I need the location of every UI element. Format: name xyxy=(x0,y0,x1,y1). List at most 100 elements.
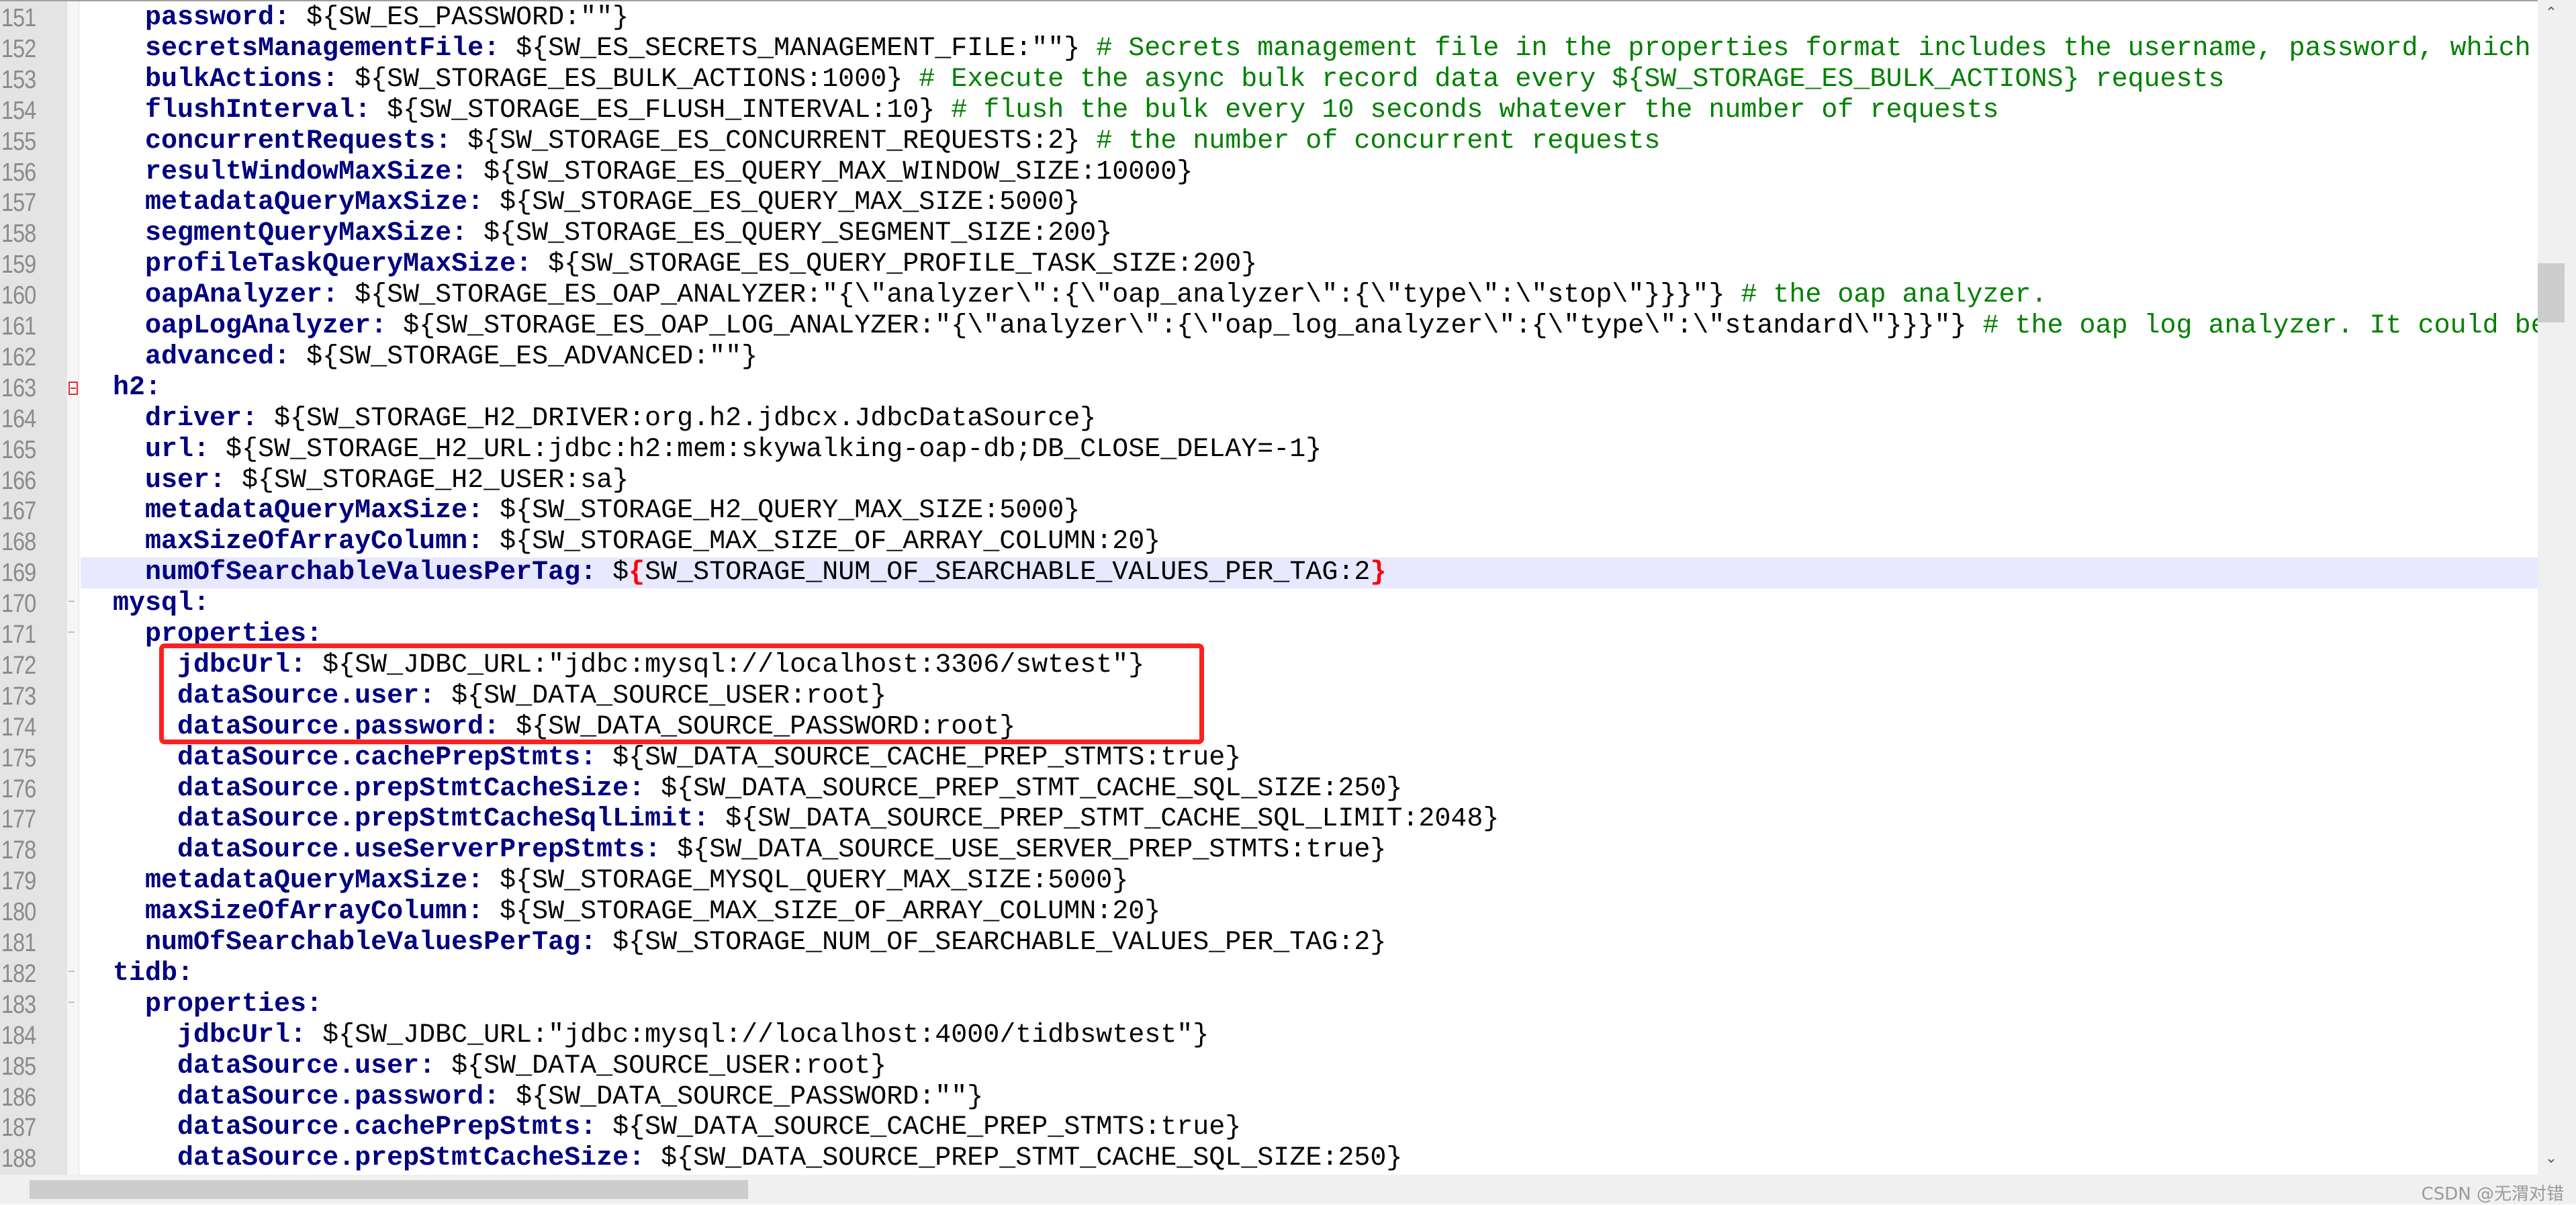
horizontal-scroll-thumb[interactable] xyxy=(30,1180,748,1199)
code-text[interactable]: flushInterval: ${SW_STORAGE_ES_FLUSH_INT… xyxy=(81,95,2538,126)
code-text[interactable]: dataSource.prepStmtCacheSize: ${SW_DATA_… xyxy=(81,774,2538,805)
code-text[interactable]: resultWindowMaxSize: ${SW_STORAGE_ES_QUE… xyxy=(81,157,2538,188)
code-text[interactable]: dataSource.prepStmtCacheSize: ${SW_DATA_… xyxy=(81,1143,2538,1174)
code-line[interactable]: 184 jdbcUrl: ${SW_JDBC_URL:"jdbc:mysql:/… xyxy=(0,1020,2538,1051)
code-text[interactable]: dataSource.useServerPrepStmts: ${SW_DATA… xyxy=(81,835,2538,866)
code-text[interactable]: advanced: ${SW_STORAGE_ES_ADVANCED:""} xyxy=(81,342,2538,373)
code-line[interactable]: 168 maxSizeOfArrayColumn: ${SW_STORAGE_M… xyxy=(0,527,2538,557)
code-line[interactable]: 153 bulkActions: ${SW_STORAGE_ES_BULK_AC… xyxy=(0,64,2538,95)
code-line[interactable]: 155 concurrentRequests: ${SW_STORAGE_ES_… xyxy=(0,126,2538,157)
code-line[interactable]: 151 password: ${SW_ES_PASSWORD:""} xyxy=(0,3,2538,34)
code-line[interactable]: 177 dataSource.prepStmtCacheSqlLimit: ${… xyxy=(0,804,2538,835)
code-text[interactable]: dataSource.cachePrepStmts: ${SW_DATA_SOU… xyxy=(81,743,2538,774)
code-line[interactable]: 175 dataSource.cachePrepStmts: ${SW_DATA… xyxy=(0,743,2538,774)
code-line[interactable]: 156 resultWindowMaxSize: ${SW_STORAGE_ES… xyxy=(0,157,2538,188)
code-text[interactable]: dataSource.user: ${SW_DATA_SOURCE_USER:r… xyxy=(81,1051,2538,1082)
code-text[interactable]: dataSource.password: ${SW_DATA_SOURCE_PA… xyxy=(81,712,2538,743)
code-line[interactable]: 157 metadataQueryMaxSize: ${SW_STORAGE_E… xyxy=(0,187,2538,218)
code-text[interactable]: dataSource.password: ${SW_DATA_SOURCE_PA… xyxy=(81,1082,2538,1113)
yaml-key: jdbcUrl: xyxy=(177,650,307,680)
code-text[interactable]: concurrentRequests: ${SW_STORAGE_ES_CONC… xyxy=(81,126,2538,157)
code-text[interactable]: url: ${SW_STORAGE_H2_URL:jdbc:h2:mem:sky… xyxy=(81,435,2538,465)
code-line[interactable]: 180 maxSizeOfArrayColumn: ${SW_STORAGE_M… xyxy=(0,897,2538,928)
code-text[interactable]: metadataQueryMaxSize: ${SW_STORAGE_MYSQL… xyxy=(81,866,2538,897)
fold-collapse-icon[interactable] xyxy=(68,381,78,395)
code-line[interactable]: 167 metadataQueryMaxSize: ${SW_STORAGE_H… xyxy=(0,496,2538,527)
yaml-key: dataSource.password: xyxy=(177,711,500,742)
code-text[interactable]: mysql: xyxy=(81,588,2538,619)
code-text[interactable]: metadataQueryMaxSize: ${SW_STORAGE_H2_QU… xyxy=(81,496,2538,527)
code-line[interactable]: 185 dataSource.user: ${SW_DATA_SOURCE_US… xyxy=(0,1051,2538,1082)
line-number: 165 xyxy=(1,435,36,464)
fold-marker-icon[interactable]: ─ xyxy=(68,997,77,1011)
line-number: 188 xyxy=(1,1145,36,1173)
code-line[interactable]: 176 dataSource.prepStmtCacheSize: ${SW_D… xyxy=(0,774,2538,805)
code-line[interactable]: 159 profileTaskQueryMaxSize: ${SW_STORAG… xyxy=(0,249,2538,280)
code-line[interactable]: 172 jdbcUrl: ${SW_JDBC_URL:"jdbc:mysql:/… xyxy=(0,650,2538,681)
code-text[interactable]: jdbcUrl: ${SW_JDBC_URL:"jdbc:mysql://loc… xyxy=(81,1020,2538,1051)
code-text[interactable]: driver: ${SW_STORAGE_H2_DRIVER:org.h2.jd… xyxy=(81,404,2538,435)
code-text[interactable]: bulkActions: ${SW_STORAGE_ES_BULK_ACTION… xyxy=(81,64,2538,95)
code-line[interactable]: 179 metadataQueryMaxSize: ${SW_STORAGE_M… xyxy=(0,866,2538,897)
code-text[interactable]: metadataQueryMaxSize: ${SW_STORAGE_ES_QU… xyxy=(81,187,2538,218)
code-line[interactable]: 182 ─ tidb: xyxy=(0,958,2538,989)
code-text[interactable]: h2: xyxy=(81,373,2538,404)
code-line[interactable]: 161 oapLogAnalyzer: ${SW_STORAGE_ES_OAP_… xyxy=(0,311,2538,342)
code-line[interactable]: 154 flushInterval: ${SW_STORAGE_ES_FLUSH… xyxy=(0,95,2538,126)
code-text[interactable]: properties: xyxy=(81,619,2538,650)
fold-marker-icon[interactable]: ─ xyxy=(68,627,77,641)
code-line[interactable]: 173 dataSource.user: ${SW_DATA_SOURCE_US… xyxy=(0,681,2538,712)
vertical-scroll-thumb[interactable] xyxy=(2538,263,2565,322)
line-number: 179 xyxy=(1,867,36,896)
code-text[interactable]: numOfSearchableValuesPerTag: ${SW_STORAG… xyxy=(81,557,2538,589)
code-text[interactable]: dataSource.prepStmtCacheSqlLimit: ${SW_D… xyxy=(81,804,2538,835)
code-text[interactable]: tidb: xyxy=(81,958,2538,989)
code-text[interactable]: numOfSearchableValuesPerTag: ${SW_STORAG… xyxy=(81,928,2538,958)
code-text[interactable]: jdbcUrl: ${SW_JDBC_URL:"jdbc:mysql://loc… xyxy=(81,650,2538,681)
code-text[interactable]: oapLogAnalyzer: ${SW_STORAGE_ES_OAP_LOG_… xyxy=(81,311,2538,342)
yaml-value: ${SW_JDBC_URL:"jdbc:mysql://localhost:33… xyxy=(306,650,1145,680)
code-text[interactable]: password: ${SW_ES_PASSWORD:""} xyxy=(81,3,2538,34)
code-text[interactable]: segmentQueryMaxSize: ${SW_STORAGE_ES_QUE… xyxy=(81,218,2538,249)
code-line[interactable]: 169 numOfSearchableValuesPerTag: ${SW_ST… xyxy=(0,557,2538,589)
code-line[interactable]: 187 dataSource.cachePrepStmts: ${SW_DATA… xyxy=(0,1112,2538,1143)
code-line[interactable]: 158 segmentQueryMaxSize: ${SW_STORAGE_ES… xyxy=(0,218,2538,249)
code-line[interactable]: 164 driver: ${SW_STORAGE_H2_DRIVER:org.h… xyxy=(0,404,2538,435)
chevron-up-icon[interactable]: ⌃ xyxy=(2544,6,2558,21)
code-text[interactable]: maxSizeOfArrayColumn: ${SW_STORAGE_MAX_S… xyxy=(81,897,2538,928)
code-line[interactable]: 171 ─ properties: xyxy=(0,619,2538,650)
code-text[interactable]: oapAnalyzer: ${SW_STORAGE_ES_OAP_ANALYZE… xyxy=(81,280,2538,311)
code-text[interactable]: properties: xyxy=(81,989,2538,1020)
code-line[interactable]: 186 dataSource.password: ${SW_DATA_SOURC… xyxy=(0,1082,2538,1113)
code-line[interactable]: 162 advanced: ${SW_STORAGE_ES_ADVANCED:"… xyxy=(0,342,2538,373)
code-line[interactable]: 160 oapAnalyzer: ${SW_STORAGE_ES_OAP_ANA… xyxy=(0,280,2538,311)
vertical-scrollbar[interactable]: ⌃ ⌄ xyxy=(2538,0,2576,1175)
fold-marker-icon[interactable]: ─ xyxy=(68,596,77,610)
horizontal-scrollbar[interactable] xyxy=(0,1175,2576,1204)
code-line[interactable]: 152 secretsManagementFile: ${SW_ES_SECRE… xyxy=(0,34,2538,64)
code-line[interactable]: 188 dataSource.prepStmtCacheSize: ${SW_D… xyxy=(0,1143,2538,1174)
code-text[interactable]: profileTaskQueryMaxSize: ${SW_STORAGE_ES… xyxy=(81,249,2538,280)
code-line[interactable]: 166 user: ${SW_STORAGE_H2_USER:sa} xyxy=(0,465,2538,496)
yaml-key: bulkActions: xyxy=(145,64,339,95)
chevron-down-icon[interactable]: ⌄ xyxy=(2544,1151,2558,1166)
code-line[interactable]: 181 numOfSearchableValuesPerTag: ${SW_ST… xyxy=(0,928,2538,958)
code-text[interactable]: user: ${SW_STORAGE_H2_USER:sa} xyxy=(81,465,2538,496)
code-line[interactable]: 174 dataSource.password: ${SW_DATA_SOURC… xyxy=(0,712,2538,743)
code-line[interactable]: 170 ─ mysql: xyxy=(0,588,2538,619)
fold-marker-icon[interactable]: ─ xyxy=(68,967,77,980)
code-line[interactable]: 183 ─ properties: xyxy=(0,989,2538,1020)
code-line[interactable]: 178 dataSource.useServerPrepStmts: ${SW_… xyxy=(0,835,2538,866)
code-editor[interactable]: 151 password: ${SW_ES_PASSWORD:""} 152 se… xyxy=(0,0,2538,1175)
code-text[interactable]: maxSizeOfArrayColumn: ${SW_STORAGE_MAX_S… xyxy=(81,527,2538,557)
code-text[interactable]: dataSource.cachePrepStmts: ${SW_DATA_SOU… xyxy=(81,1112,2538,1143)
code-line[interactable]: 165 url: ${SW_STORAGE_H2_URL:jdbc:h2:mem… xyxy=(0,435,2538,465)
code-text[interactable]: secretsManagementFile: ${SW_ES_SECRETS_M… xyxy=(81,34,2538,64)
code-text[interactable]: dataSource.user: ${SW_DATA_SOURCE_USER:r… xyxy=(81,681,2538,712)
yaml-value: ${SW_STORAGE_ES_OAP_ANALYZER:"{\"analyze… xyxy=(338,280,1741,311)
code-line[interactable]: 163 h2: xyxy=(0,373,2538,404)
